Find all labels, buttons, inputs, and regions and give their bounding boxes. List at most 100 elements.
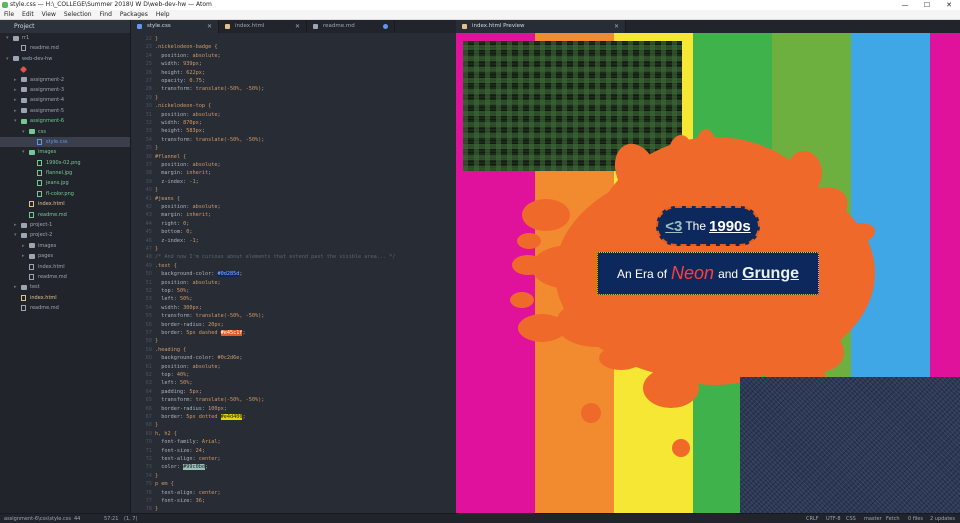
line-number: 48 [145, 254, 152, 261]
code-token: ; [195, 237, 199, 244]
tab-2[interactable]: readme.md [307, 20, 395, 33]
tree-item[interactable]: flannel.jpg [0, 168, 130, 178]
tree-item[interactable]: ▸ assignment-5 [0, 106, 130, 116]
tree-item[interactable]: ▾ css [0, 127, 130, 137]
code-editor[interactable]: 22 23 24 25 26 27 28 29 30 31 32 33 34 35 36 37 38 39 40 41… [131, 33, 456, 513]
tree-item[interactable]: ▸ assignment-4 [0, 95, 130, 105]
tree-item[interactable]: readme.md [0, 210, 130, 220]
status-files[interactable]: 0 files [908, 514, 923, 523]
status-grammar[interactable]: CSS [846, 514, 856, 523]
tree-item[interactable]: ▾ assignment-6 [0, 116, 130, 126]
status-cursor[interactable]: 57:21 [104, 514, 118, 523]
code-token: } [155, 187, 159, 194]
tree-item[interactable]: readme.md [0, 303, 130, 313]
status-line-ending[interactable]: CRLF [806, 514, 819, 523]
folder-icon [21, 108, 27, 114]
menu-file[interactable]: File [0, 10, 18, 20]
code-line: transform: translate(-50%, -50%); [155, 136, 264, 144]
tab-0[interactable]: style.css ✕ [131, 20, 219, 33]
code-token: 5px dotted [186, 414, 221, 420]
close-window-button[interactable]: ✕ [938, 0, 960, 10]
chevron-right-icon[interactable]: ▸ [14, 220, 17, 230]
tree-item[interactable]: ▸ assignment-3 [0, 85, 130, 95]
chevron-down-icon[interactable]: ▾ [22, 127, 25, 137]
chevron-right-icon[interactable]: ▸ [14, 75, 17, 85]
tree-item[interactable]: index.html [0, 293, 130, 303]
tree-item[interactable]: ▾ web-dev-hw [0, 54, 130, 64]
chevron-down-icon[interactable]: ▾ [14, 116, 17, 126]
line-number: 70 [145, 439, 152, 446]
modified-dot-icon[interactable] [383, 24, 388, 29]
line-number: 27 [145, 78, 152, 84]
chevron-right-icon[interactable]: ▸ [14, 282, 17, 292]
tree-item[interactable]: fl-color.png [0, 189, 130, 199]
close-tab-icon[interactable]: ✕ [614, 20, 619, 33]
line-number: 44 [145, 220, 152, 227]
code-line: border: 5px dashed #e45c1f; [155, 329, 246, 337]
close-tab-icon[interactable]: ✕ [207, 20, 212, 33]
status-branch[interactable]: master [864, 514, 882, 523]
line-number: 57 [145, 330, 152, 336]
chevron-down-icon[interactable]: ▾ [6, 54, 9, 64]
menu-help[interactable]: Help [152, 10, 174, 20]
code-line: color: #99c0bd; [155, 463, 208, 471]
status-updates[interactable]: 2 updates [930, 514, 955, 523]
close-tab-icon[interactable]: ✕ [295, 20, 300, 33]
menu-selection[interactable]: Selection [60, 10, 96, 20]
chevron-down-icon[interactable]: ▾ [6, 33, 9, 43]
minimize-button[interactable]: — [894, 0, 916, 10]
tree-view-header[interactable]: Project [0, 20, 130, 33]
code-token: font-size: [155, 498, 196, 504]
tree-item[interactable]: index.html [0, 262, 130, 272]
status-file-path[interactable]: assignment-6\css\style.css [4, 514, 71, 523]
tree-item[interactable]: readme.md [0, 272, 130, 282]
code-line: } [155, 421, 158, 429]
tab-preview[interactable]: index.html Preview ✕ [456, 20, 626, 33]
menu-view[interactable]: View [38, 10, 60, 20]
tree-item-label: index.html [38, 201, 65, 208]
tree-item[interactable]: ▸ images [0, 241, 130, 251]
tree-item[interactable]: readme.md [0, 43, 130, 53]
folder-icon [13, 35, 19, 41]
code-token: ; [201, 128, 205, 135]
chevron-down-icon[interactable]: ▾ [14, 230, 17, 240]
chevron-right-icon[interactable]: ▸ [14, 95, 17, 105]
code-token: transform: [155, 136, 196, 143]
chevron-right-icon[interactable]: ▸ [22, 241, 25, 251]
maximize-button[interactable]: ☐ [916, 0, 938, 10]
code-line: position: absolute; [155, 279, 220, 287]
menu-packages[interactable]: Packages [116, 10, 152, 20]
tree-item[interactable]: jeans.jpg [0, 178, 130, 188]
menu-find[interactable]: Find [96, 10, 116, 20]
tree-item[interactable]: ▾ project-2 [0, 230, 130, 240]
tree-item[interactable]: ▾ rr1 [0, 33, 130, 43]
tree-item[interactable] [0, 64, 130, 74]
badge-1990s: <3 The 1990s [656, 206, 760, 246]
code-token: } [155, 422, 159, 429]
status-fetch[interactable]: Fetch [886, 514, 900, 523]
menu-edit[interactable]: Edit [18, 10, 38, 20]
tab-1[interactable]: index.html ✕ [219, 20, 307, 33]
code-line: opacity: 0.75; [155, 77, 205, 85]
tree-item[interactable]: index.html [0, 199, 130, 209]
line-number: 37 [145, 162, 152, 168]
tree-item[interactable]: 1990s-02.png [0, 158, 130, 168]
status-encoding[interactable]: UTF-8 [826, 514, 841, 523]
tab-label: index.html [235, 23, 265, 29]
tree-item[interactable]: ▸ project-1 [0, 220, 130, 230]
editor-tab-bar: style.css ✕ index.html ✕ readme.md [131, 20, 456, 33]
tree-item[interactable]: ▸ pages [0, 251, 130, 261]
chevron-right-icon[interactable]: ▸ [14, 106, 17, 116]
file-type-icon [313, 24, 318, 29]
tree-item[interactable]: ▸ assignment-2 [0, 75, 130, 85]
chevron-down-icon[interactable]: ▾ [22, 147, 25, 157]
chevron-right-icon[interactable]: ▸ [22, 251, 25, 261]
code-token: 622px [186, 69, 202, 76]
code-line: z-index: -1; [155, 178, 199, 186]
chevron-right-icon[interactable]: ▸ [14, 85, 17, 95]
file-icon [21, 305, 26, 312]
tree-item[interactable]: style.css [0, 136, 130, 148]
line-number: 22 [145, 36, 152, 42]
tree-item[interactable]: ▸ test [0, 282, 130, 292]
tree-item[interactable]: ▾ images [0, 147, 130, 157]
